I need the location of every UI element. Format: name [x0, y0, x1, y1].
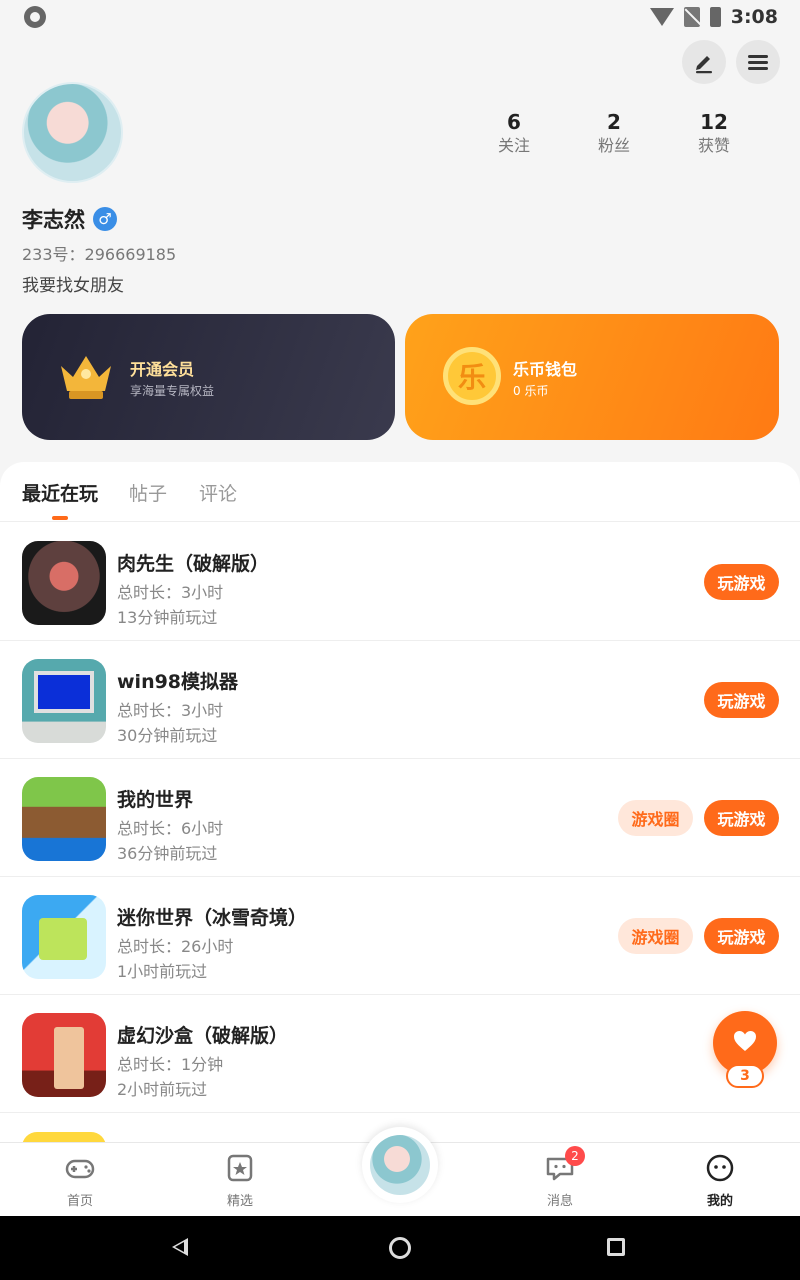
- male-gender-icon: ♂: [93, 207, 117, 231]
- play-game-button[interactable]: 玩游戏: [704, 800, 779, 836]
- gamepad-icon: [65, 1159, 95, 1179]
- game-last-played: 2小时前玩过: [117, 1080, 208, 1099]
- game-last-played: 30分钟前玩过: [117, 726, 218, 745]
- game-icon-mini-world: [22, 895, 106, 979]
- center-avatar-button[interactable]: [362, 1127, 438, 1203]
- message-count-badge: 2: [565, 1146, 585, 1166]
- game-title: 虚幻沙盒（破解版）: [117, 1025, 289, 1047]
- game-duration: 总时长：1分钟: [117, 1055, 224, 1074]
- game-last-played: 13分钟前玩过: [117, 608, 218, 627]
- menu-button[interactable]: [736, 40, 780, 84]
- profile-stats: 6 关注 2 粉丝 12 获赞: [465, 110, 763, 158]
- app-notification-icon: [24, 6, 46, 28]
- game-icon-mr-meat: [22, 541, 106, 625]
- nav-featured[interactable]: 精选: [200, 1153, 280, 1209]
- coin-icon: 乐: [443, 347, 501, 405]
- status-icons: 3:08: [649, 4, 778, 30]
- menu-icon: [748, 52, 768, 73]
- game-row-sandbox[interactable]: 虚幻沙盒（破解版） 总时长：1分钟 2小时前玩过: [0, 995, 800, 1113]
- heart-icon: [734, 1031, 756, 1051]
- game-duration: 总时长：6小时: [117, 819, 224, 838]
- vip-card-title: 开通会员: [130, 360, 195, 379]
- nav-mine[interactable]: 我的: [680, 1153, 760, 1209]
- game-row-mini-world[interactable]: 迷你世界（冰雪奇境） 总时长：26小时 1小时前玩过 游戏圈 玩游戏: [0, 877, 800, 995]
- face-icon: [706, 1154, 734, 1182]
- nav-messages[interactable]: 消息: [520, 1153, 600, 1209]
- no-sim-icon: [683, 7, 700, 27]
- game-icon-sandbox: [22, 1013, 106, 1097]
- game-row-win98[interactable]: win98模拟器 总时长：3小时 30分钟前玩过 玩游戏: [0, 641, 800, 759]
- game-icon-win98: [22, 659, 106, 743]
- status-bar: 3:08: [0, 0, 800, 34]
- tab-comments[interactable]: 评论: [199, 479, 237, 506]
- game-circle-button[interactable]: 游戏圈: [618, 800, 693, 836]
- game-row-minecraft[interactable]: 我的世界 总时长：6小时 36分钟前玩过 游戏圈 玩游戏: [0, 759, 800, 877]
- game-last-played: 36分钟前玩过: [117, 844, 218, 863]
- game-circle-button[interactable]: 游戏圈: [618, 918, 693, 954]
- nav-mine-label: 我的: [706, 1194, 733, 1209]
- tab-recent-played[interactable]: 最近在玩: [22, 479, 98, 506]
- vip-card[interactable]: 开通会员 享海量专属权益: [22, 314, 395, 440]
- username-row: 李志然 ♂: [22, 204, 117, 234]
- game-row-mr-meat[interactable]: 肉先生（破解版） 总时长：3小时 13分钟前玩过 玩游戏: [0, 523, 800, 641]
- following-stat[interactable]: 6 关注: [465, 110, 563, 158]
- star-card-icon: [227, 1154, 253, 1182]
- active-tab-indicator: [52, 516, 68, 520]
- nav-home-label: 首页: [66, 1194, 93, 1209]
- android-navigation-bar: [0, 1216, 800, 1280]
- game-duration: 总时长：3小时: [117, 701, 224, 720]
- user-id: 233号：296669185: [22, 245, 177, 264]
- game-title: 迷你世界（冰雪奇境）: [117, 907, 308, 929]
- following-label: 关注: [497, 136, 530, 155]
- nav-messages-label: 消息: [546, 1194, 573, 1209]
- play-game-button[interactable]: 玩游戏: [704, 564, 779, 600]
- nav-featured-label: 精选: [226, 1194, 253, 1209]
- profile-tabs: 最近在玩 帖子 评论: [0, 462, 800, 522]
- home-icon[interactable]: [389, 1237, 411, 1259]
- status-time: 3:08: [730, 6, 778, 28]
- likes-count: 12: [700, 110, 728, 134]
- vip-card-subtitle: 享海量专属权益: [130, 384, 215, 398]
- username: 李志然: [22, 208, 85, 232]
- game-title: win98模拟器: [117, 671, 239, 693]
- wallet-card-balance: 0 乐币: [513, 384, 549, 398]
- wallet-card-title: 乐币钱包: [513, 360, 578, 379]
- game-last-played: 1小时前玩过: [117, 962, 208, 981]
- back-icon[interactable]: [172, 1238, 188, 1256]
- recent-apps-icon[interactable]: [607, 1238, 625, 1256]
- edit-icon: [696, 56, 712, 74]
- followers-count: 2: [607, 110, 621, 134]
- crown-icon: [61, 356, 111, 399]
- game-duration: 总时长：26小时: [117, 937, 234, 956]
- tab-posts[interactable]: 帖子: [129, 479, 167, 506]
- game-icon-minecraft: [22, 777, 106, 861]
- game-title: 肉先生（破解版）: [117, 553, 270, 575]
- profile-content-panel: 最近在玩 帖子 评论 肉先生（破解版） 总时长：3小时 13分钟前玩过 玩游戏 …: [0, 462, 800, 1152]
- wifi-icon: [649, 8, 674, 26]
- like-count-badge: 3: [726, 1064, 764, 1088]
- battery-icon: [709, 7, 721, 27]
- profile-avatar[interactable]: [22, 82, 123, 183]
- edit-profile-button[interactable]: [682, 40, 726, 84]
- game-title: 我的世界: [117, 789, 194, 811]
- followers-label: 粉丝: [597, 136, 630, 155]
- center-avatar-image: [370, 1135, 430, 1195]
- followers-stat[interactable]: 2 粉丝: [565, 110, 663, 158]
- likes-label: 获赞: [697, 136, 730, 155]
- profile-bio: 我要找女朋友: [22, 276, 124, 296]
- following-count: 6: [507, 110, 521, 134]
- wallet-card[interactable]: 乐 乐币钱包 0 乐币: [405, 314, 779, 440]
- likes-stat[interactable]: 12 获赞: [665, 110, 763, 158]
- play-game-button[interactable]: 玩游戏: [704, 918, 779, 954]
- nav-home[interactable]: 首页: [40, 1153, 120, 1209]
- game-duration: 总时长：3小时: [117, 583, 224, 602]
- play-game-button[interactable]: 玩游戏: [704, 682, 779, 718]
